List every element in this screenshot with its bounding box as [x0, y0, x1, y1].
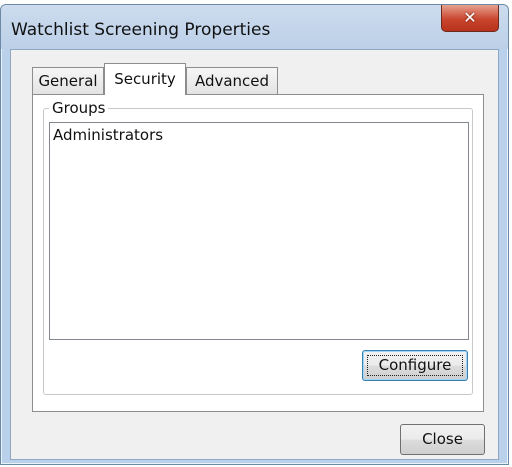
close-button-label: Close — [422, 430, 463, 448]
tab-advanced[interactable]: Advanced — [186, 67, 278, 94]
dialog-body: General Security Advanced Groups Adminis… — [10, 49, 499, 460]
tab-general[interactable]: General — [32, 67, 104, 94]
close-button[interactable]: Close — [400, 424, 485, 455]
list-item-administrators[interactable]: Administrators — [53, 126, 163, 144]
focus-rectangle — [367, 355, 463, 376]
close-window-button[interactable]: ✕ — [441, 5, 499, 32]
tab-security[interactable]: Security — [104, 63, 186, 95]
close-icon: ✕ — [463, 8, 477, 27]
groups-groupbox: Groups Administrators Configure — [43, 99, 473, 395]
properties-dialog: Watchlist Screening Properties ✕ General… — [0, 4, 509, 465]
title-bar[interactable]: Watchlist Screening Properties ✕ — [1, 5, 508, 49]
groups-label: Groups — [49, 99, 109, 117]
configure-button[interactable]: Configure — [362, 350, 468, 381]
window-title: Watchlist Screening Properties — [11, 20, 271, 40]
groups-list[interactable]: Administrators — [49, 122, 469, 340]
security-tab-panel: Groups Administrators Configure — [32, 94, 484, 412]
